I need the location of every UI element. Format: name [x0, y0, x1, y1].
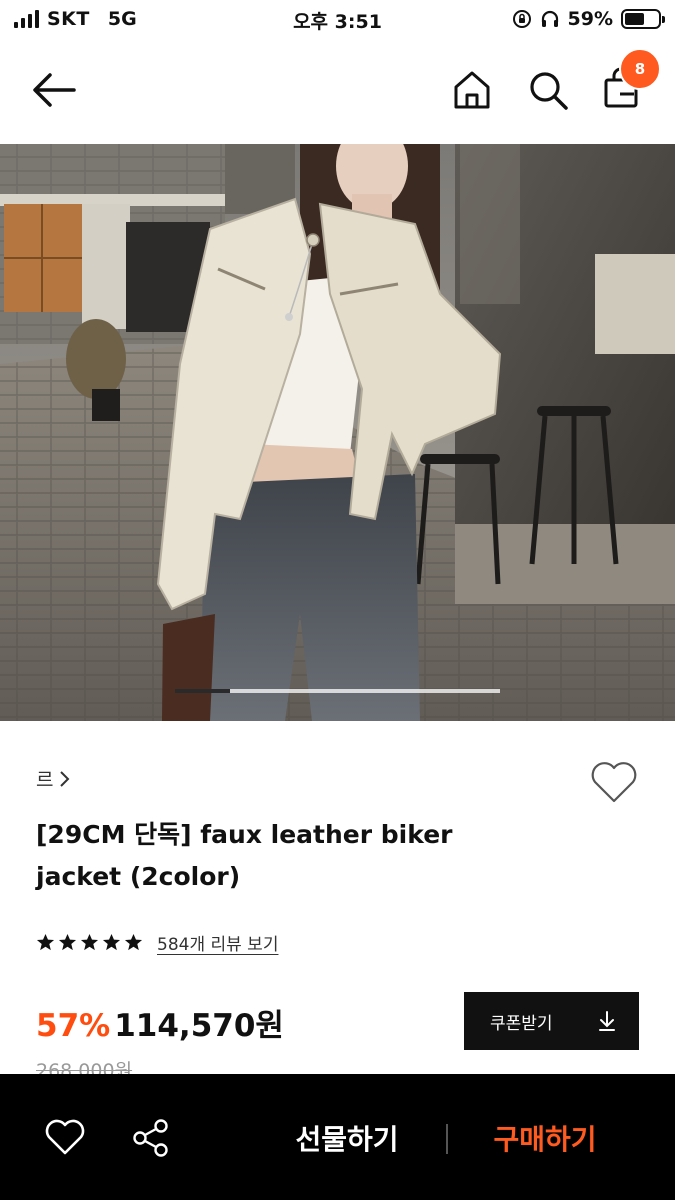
battery-percent: 59%	[567, 8, 613, 30]
star-icon	[58, 933, 77, 951]
rating-stars	[36, 933, 143, 952]
cart-count-badge: 8	[619, 48, 661, 90]
buy-button[interactable]: 구매하기	[478, 1118, 612, 1158]
product-image-gallery[interactable]	[0, 144, 675, 721]
product-photo	[0, 144, 675, 721]
battery-fill	[625, 13, 644, 25]
rating-row: 584개 리뷰 보기	[36, 930, 278, 955]
price-row: 57% 114,570원	[36, 1000, 284, 1045]
coupon-label: 쿠폰받기	[490, 1013, 553, 1034]
top-navigation	[0, 40, 675, 144]
heart-outline-icon[interactable]	[588, 758, 640, 806]
brand-link[interactable]: 르	[36, 765, 71, 792]
gallery-progress	[175, 689, 500, 693]
download-icon	[599, 1011, 615, 1031]
home-icon[interactable]	[448, 66, 496, 114]
sale-price: 114,570원	[114, 1008, 284, 1044]
star-icon	[36, 933, 55, 951]
star-icon	[102, 933, 121, 951]
bottom-action-bar: 선물하기 구매하기	[0, 1074, 675, 1200]
coupon-button[interactable]: 쿠폰받기	[464, 992, 639, 1050]
share-icon[interactable]	[132, 1118, 170, 1158]
star-icon	[80, 933, 99, 951]
gallery-progress-indicator	[175, 689, 231, 693]
arrow-left-icon[interactable]	[28, 68, 80, 112]
brand-name: 르	[36, 769, 54, 791]
status-bar: SKT 5G 오후 3:51 59%	[0, 0, 675, 40]
review-link[interactable]: 584개 리뷰 보기	[157, 930, 278, 955]
orientation-lock-icon	[512, 10, 531, 28]
divider	[446, 1124, 448, 1154]
product-title: [29CM 단독] faux leather biker jacket (2co…	[36, 820, 453, 891]
star-icon	[124, 933, 143, 951]
gift-button[interactable]: 선물하기	[280, 1118, 414, 1158]
search-icon[interactable]	[524, 66, 572, 114]
discount-rate: 57%	[36, 1008, 111, 1044]
status-right: 59%	[512, 7, 665, 31]
heart-outline-icon[interactable]	[44, 1118, 86, 1156]
headphones-icon	[541, 10, 558, 27]
chevron-right-icon	[60, 770, 70, 787]
battery-icon	[621, 9, 665, 29]
